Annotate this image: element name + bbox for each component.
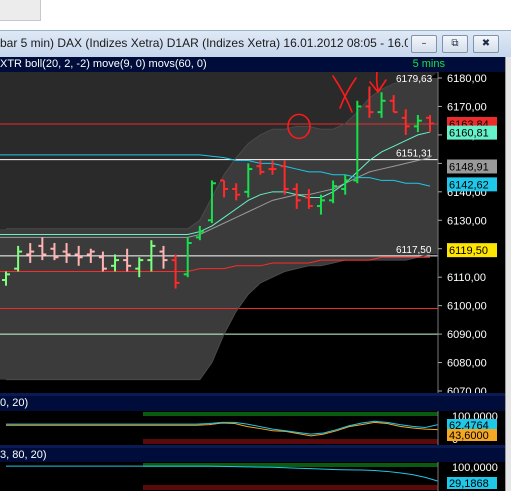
restore-button[interactable]: ⧉ — [442, 35, 468, 53]
timeframe-label: 5 mins — [412, 58, 445, 70]
chart-header: XTR boll(20, 2, -2) move(9, 0) movs(60, … — [0, 57, 505, 72]
minimize-button[interactable]: – — [411, 35, 437, 53]
chart-window[interactable]: XTR boll(20, 2, -2) move(9, 0) movs(60, … — [0, 57, 505, 491]
top-left-pane — [0, 0, 41, 21]
indicator-value-label: 43,6000 — [449, 430, 489, 442]
indicator-oversold-zone — [143, 485, 438, 490]
level-label: 6151,31 — [396, 149, 433, 160]
close-button[interactable]: ✖ — [473, 35, 499, 53]
indicator-value-marker: 29,1868 — [447, 477, 497, 490]
indicator2-label: 3, 80, 20) — [0, 449, 47, 461]
price-tick-label: 6080,00 — [447, 358, 487, 370]
price-tick-label: 6130,00 — [447, 215, 487, 227]
price-marker-label: 6119,50 — [449, 245, 488, 257]
price-tick-label: 6170,00 — [447, 101, 487, 113]
indicator-oversold-zone — [143, 439, 438, 444]
indicator1-chart[interactable]: 100,0000062,476443,6000 — [0, 411, 505, 445]
indicator-label: XTR boll(20, 2, -2) move(9, 0) movs(60, … — [0, 58, 207, 70]
price-marker-label: 6160,81 — [449, 128, 489, 140]
price-marker: 6160,81 — [447, 125, 497, 140]
minimize-icon: – — [421, 38, 427, 49]
restore-icon: ⧉ — [451, 38, 459, 49]
indicator-value-label: 29,1868 — [449, 478, 489, 490]
indicator-tick-label: 100,0000 — [452, 462, 498, 474]
price-tick-label: 6180,00 — [447, 73, 487, 85]
indicator1-header: 0, 20) — [0, 396, 505, 411]
chart-window-title: bar 5 min) DAX (Indizes Xetra) D1AR (Ind… — [0, 36, 408, 50]
indicator2-chart[interactable]: 100,0000 29,1868 — [0, 462, 505, 491]
top-level-label: 6179,63 — [396, 74, 433, 85]
price-tick-label: 6110,00 — [447, 272, 486, 284]
price-chart[interactable]: 6151,31 6117,50 6179,63 6180,00 6170,00 6160,… — [0, 72, 505, 408]
indicator-value-marker: 43,6000 — [447, 429, 497, 442]
indicator2-header: 3, 80, 20) — [0, 448, 505, 462]
indicator-overbought-zone — [143, 412, 438, 416]
price-tick-label: 6090,00 — [447, 329, 487, 341]
chart-window-titlebar[interactable]: bar 5 min) DAX (Indizes Xetra) D1AR (Ind… — [0, 30, 511, 58]
close-icon: ✖ — [481, 38, 491, 49]
vertical-scrollbar[interactable] — [505, 57, 511, 491]
price-marker: 6148,91 — [447, 159, 497, 174]
price-marker-label: 6148,91 — [449, 161, 489, 173]
indicator1-label: 0, 20) — [0, 397, 29, 409]
level-label: 6117,50 — [396, 245, 432, 256]
top-strip — [0, 0, 511, 30]
price-marker: 6119,50 — [447, 243, 497, 258]
price-marker: 6142,62 — [447, 177, 497, 192]
price-tick-label: 6100,00 — [447, 301, 487, 313]
price-marker-label: 6142,62 — [449, 179, 489, 191]
